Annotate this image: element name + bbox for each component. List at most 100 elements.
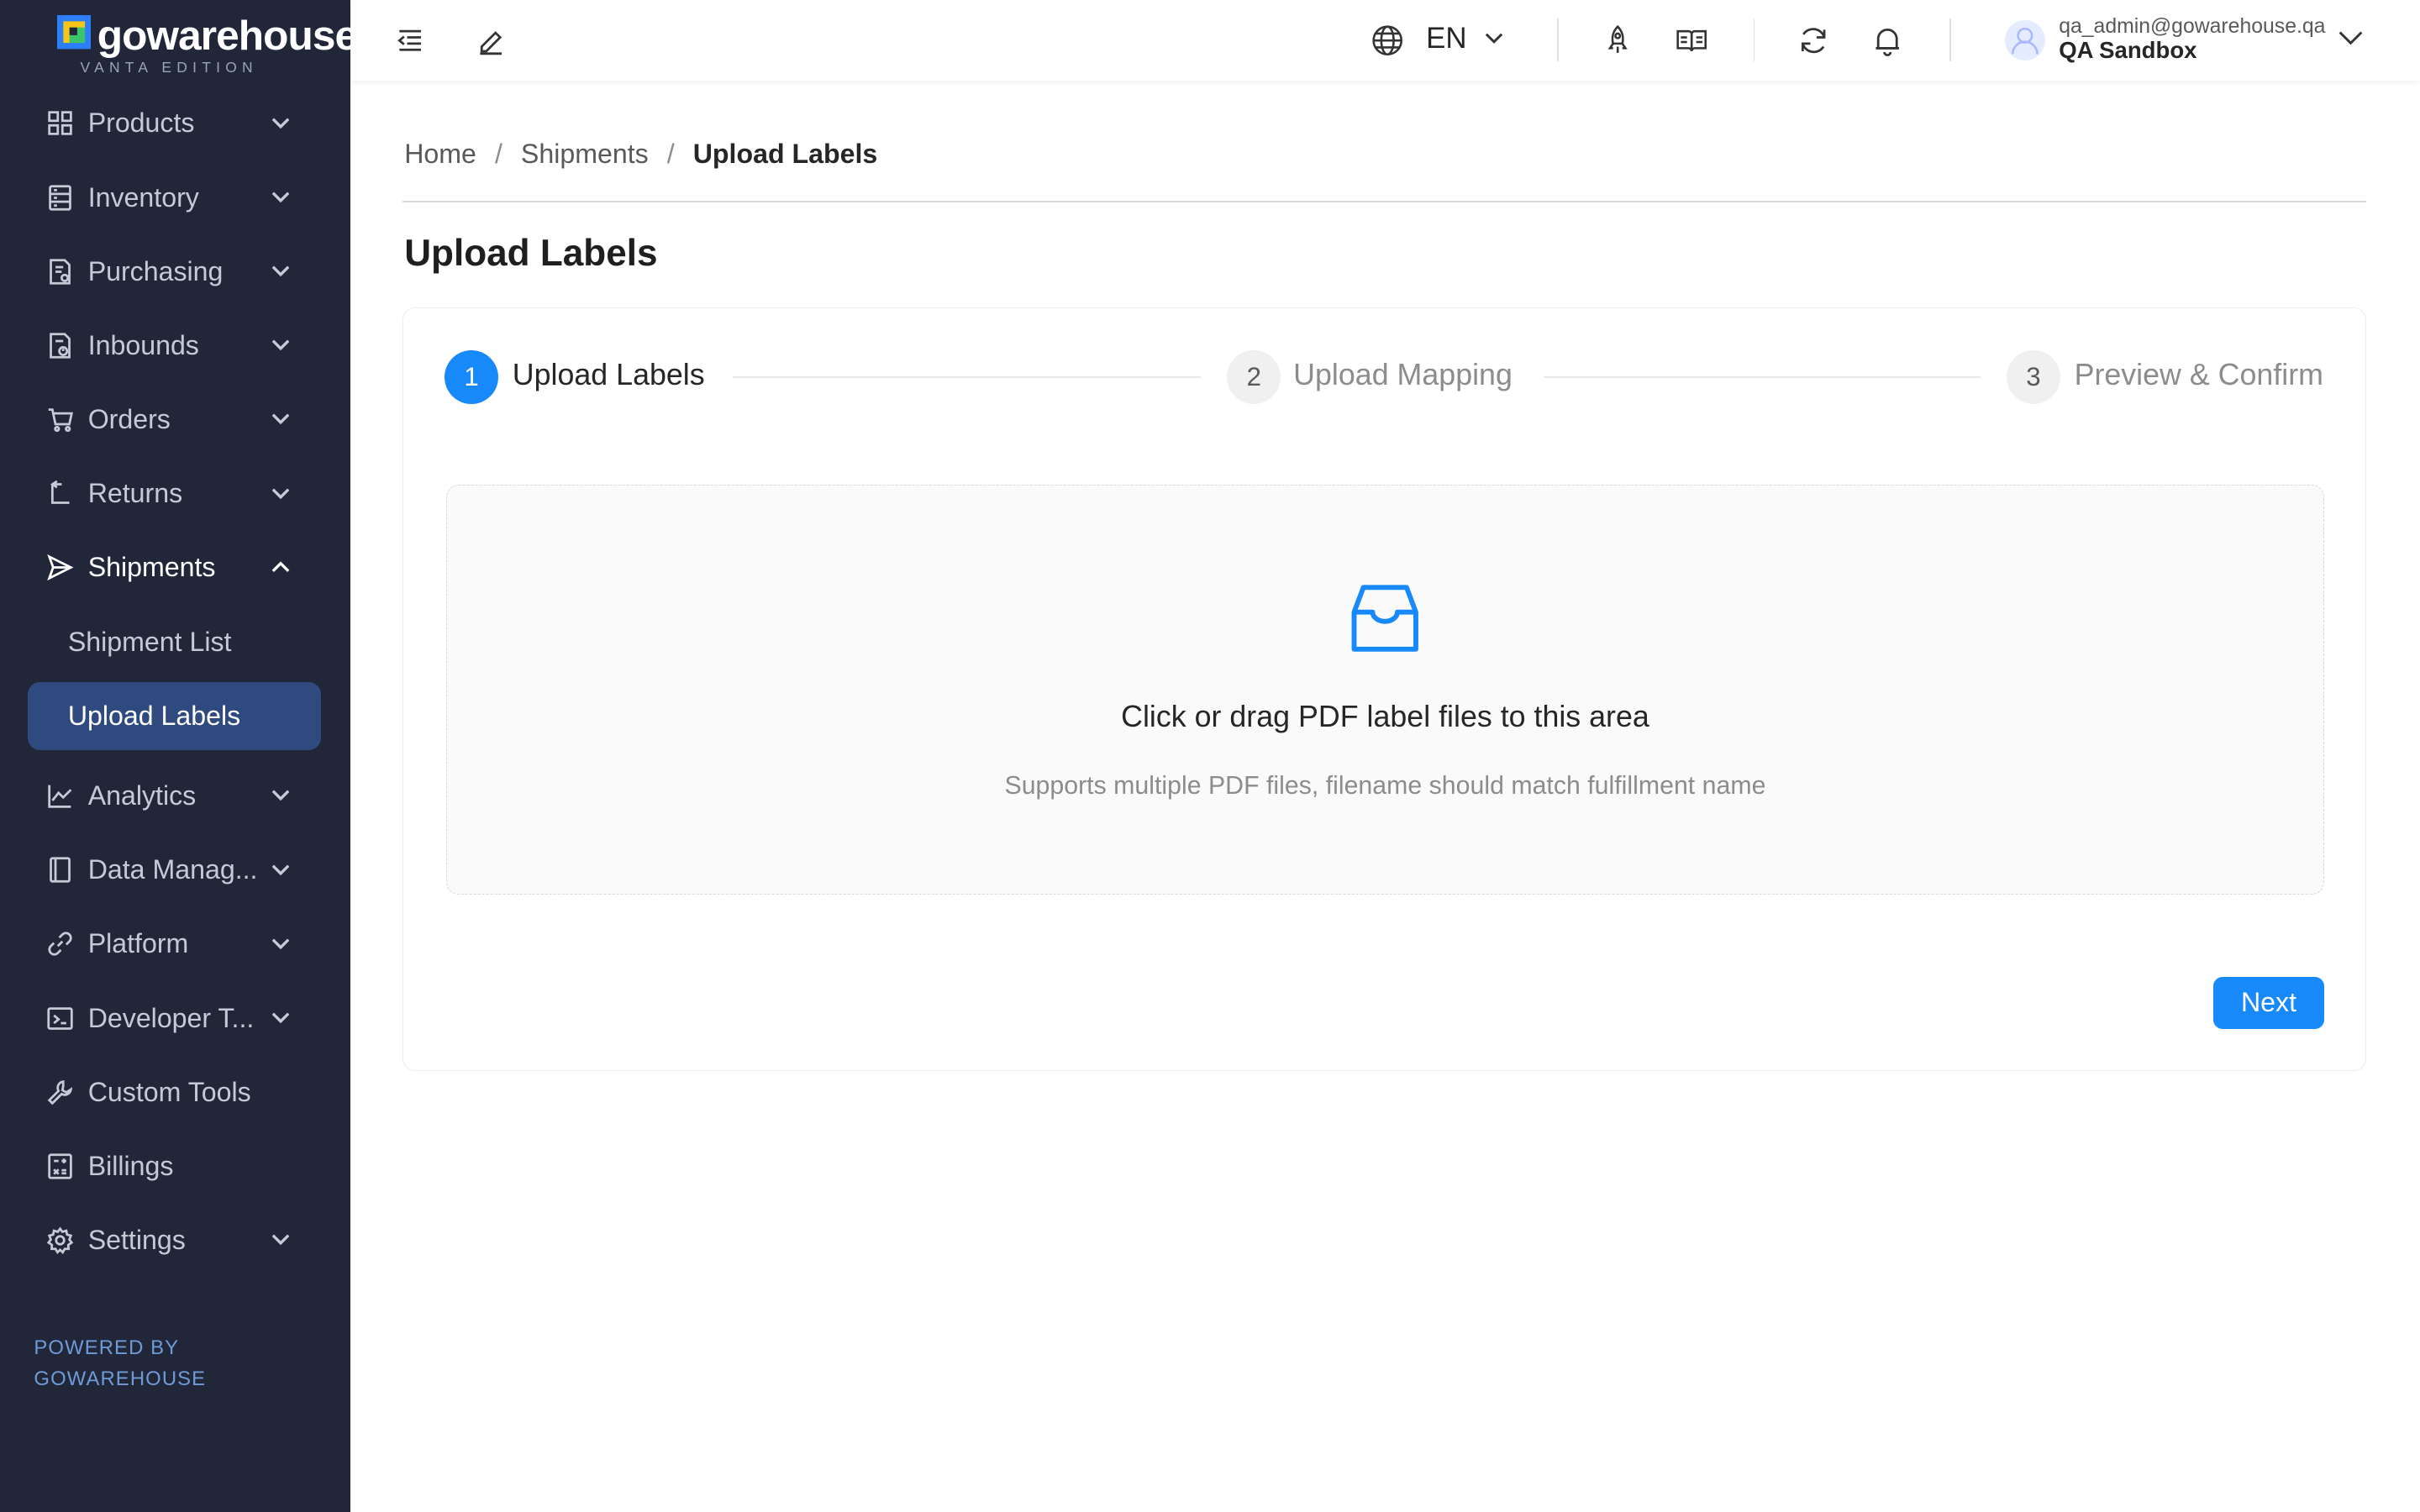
sidebar-item-billings[interactable]: Billings: [0, 1129, 350, 1203]
sidebar-item-label: Data Manag...: [87, 854, 258, 885]
chart-icon: [48, 785, 72, 808]
chevron-down-icon: [271, 265, 290, 277]
breadcrumb: Home / Shipments / Upload Labels: [404, 139, 877, 170]
header-divider: [1557, 18, 1560, 62]
sidebar-item-label: Custom Tools: [87, 1076, 251, 1107]
sidebar: gowarehouse VANTA EDITION Products Inven…: [0, 0, 358, 1512]
calculator-icon: [48, 1153, 72, 1179]
sidebar-item-label: Inventory: [87, 181, 199, 213]
rocket-icon[interactable]: [1601, 24, 1634, 57]
sidebar-item-inventory[interactable]: Inventory: [0, 160, 350, 234]
sidebar-item-label: Settings: [87, 1225, 186, 1256]
breadcrumb-home[interactable]: Home: [404, 139, 476, 170]
sidebar-item-inbounds[interactable]: Inbounds: [0, 308, 350, 382]
brand-name: gowarehouse: [97, 11, 358, 59]
chevron-down-icon: [271, 413, 290, 425]
menu-fold-icon[interactable]: [393, 24, 427, 57]
sidebar-item-data-management[interactable]: Data Manag...: [0, 833, 350, 907]
edit-icon[interactable]: [474, 24, 508, 57]
chevron-down-icon: [271, 192, 290, 203]
chevron-down-icon[interactable]: [2337, 28, 2365, 50]
sidebar-item-label: Returns: [87, 478, 183, 509]
refresh-icon[interactable]: [1797, 24, 1830, 57]
header-divider: [1753, 18, 1755, 62]
cart-icon: [48, 408, 74, 433]
sidebar-item-label: Products: [87, 108, 195, 139]
chevron-down-icon: [271, 1234, 290, 1246]
brand-logo[interactable]: gowarehouse VANTA EDITION: [56, 12, 358, 76]
user-icon: [2011, 27, 2039, 55]
user-org: QA Sandbox: [2059, 37, 2197, 64]
terminal-icon: [47, 1006, 73, 1030]
breadcrumb-separator: /: [494, 139, 502, 170]
book-icon: [50, 857, 71, 883]
sidebar-item-settings[interactable]: Settings: [0, 1204, 350, 1278]
step-1-indicator: 1: [444, 349, 499, 405]
grid-icon: [48, 111, 72, 136]
bell-icon[interactable]: [1870, 24, 1904, 57]
dropzone-text: Click or drag PDF label files to this ar…: [1121, 700, 1649, 734]
book-open-icon[interactable]: [1675, 24, 1708, 57]
chevron-down-icon: [271, 118, 290, 129]
chevron-up-icon: [271, 561, 290, 572]
chevron-down-icon: [271, 339, 290, 351]
sidebar-item-custom-tools[interactable]: Custom Tools: [0, 1055, 350, 1129]
powered-by-line1: POWERED BY: [34, 1336, 180, 1359]
sidebar-subitem-upload-labels[interactable]: Upload Labels: [0, 679, 350, 753]
step-connector: [733, 376, 1201, 378]
avatar[interactable]: [2004, 19, 2045, 60]
sidebar-item-products[interactable]: Products: [0, 87, 350, 160]
brand-edition: VANTA EDITION: [80, 58, 258, 76]
inbox-icon: [1351, 585, 1419, 652]
sidebar-item-label: Platform: [87, 928, 189, 959]
send-icon: [47, 554, 74, 581]
sidebar-subitem-shipment-list[interactable]: Shipment List: [0, 605, 350, 679]
sidebar-item-label: Analytics: [87, 780, 197, 811]
sidebar-item-returns[interactable]: Returns: [0, 457, 350, 531]
sidebar-nav: Products Inventory Purchasing Inbounds O…: [0, 87, 350, 1278]
globe-icon[interactable]: [1370, 24, 1404, 57]
step-3-indicator: 3: [2006, 349, 2061, 405]
tool-icon: [47, 1079, 73, 1105]
chevron-down-icon[interactable]: [1485, 31, 1503, 46]
powered-by-line2: GOWAREHOUSE: [34, 1367, 207, 1390]
step-connector: [1543, 376, 1981, 378]
logo-mark-icon: [56, 15, 92, 50]
sidebar-item-label: Developer T...: [87, 1002, 255, 1033]
file-dropzone[interactable]: Click or drag PDF label files to this ar…: [445, 484, 2325, 895]
chevron-down-icon: [271, 790, 290, 801]
breadcrumb-current: Upload Labels: [692, 139, 878, 170]
sidebar-item-label: Billings: [87, 1150, 174, 1181]
sidebar-item-analytics[interactable]: Analytics: [0, 759, 350, 833]
page-title: Upload Labels: [404, 233, 658, 275]
next-button[interactable]: Next: [2212, 976, 2325, 1030]
step-1-title: Upload Labels: [512, 358, 705, 392]
sidebar-item-label: Inbounds: [87, 329, 199, 360]
language-selector[interactable]: EN: [1426, 22, 1466, 55]
step-2-title: Upload Mapping: [1293, 358, 1512, 392]
sidebar-item-label: Orders: [87, 404, 171, 435]
powered-by: POWERED BY GOWAREHOUSE: [34, 1333, 206, 1394]
sidebar-subitem-label: Shipment List: [67, 626, 232, 657]
chevron-down-icon: [271, 938, 290, 949]
sidebar-item-shipments[interactable]: Shipments: [0, 531, 350, 605]
chevron-down-icon: [271, 1012, 290, 1024]
return-icon: [50, 480, 70, 505]
header-divider: [1949, 18, 1951, 62]
step-3-title: Preview & Confirm: [2074, 358, 2323, 392]
sidebar-item-label: Purchasing: [87, 255, 224, 286]
breadcrumb-separator: /: [666, 139, 675, 170]
breadcrumb-shipments[interactable]: Shipments: [521, 139, 649, 170]
dropzone-hint: Supports multiple PDF files, filename sh…: [1004, 772, 1766, 801]
gear-icon: [46, 1226, 74, 1255]
chevron-down-icon: [271, 864, 290, 875]
inbound-icon: [50, 333, 71, 359]
chevron-down-icon: [271, 488, 290, 499]
purchasing-icon: [50, 259, 71, 285]
sidebar-item-developer-tools[interactable]: Developer T...: [0, 981, 350, 1055]
user-email: qa_admin@gowarehouse.qa: [2059, 15, 2326, 39]
sidebar-item-platform[interactable]: Platform: [0, 907, 350, 981]
link-icon: [48, 932, 72, 957]
sidebar-item-purchasing[interactable]: Purchasing: [0, 234, 350, 308]
sidebar-item-orders[interactable]: Orders: [0, 382, 350, 456]
